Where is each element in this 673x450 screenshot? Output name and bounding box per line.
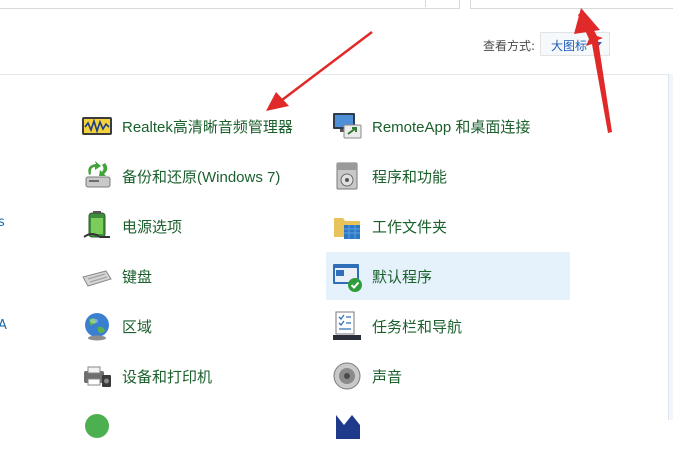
- item-backup-restore[interactable]: 备份和还原(Windows 7): [76, 152, 316, 200]
- item-label: 电源选项: [122, 218, 183, 236]
- view-by-label: 查看方式:: [483, 39, 536, 53]
- scrollbar-track[interactable]: [668, 74, 673, 420]
- power-options-icon: [83, 211, 110, 238]
- programs-features-icon: [336, 162, 358, 190]
- item-devices-printers[interactable]: 设备和打印机: [76, 352, 316, 400]
- item-label: 工作文件夹: [372, 218, 448, 236]
- taskbar-navigation-icon: [333, 311, 361, 340]
- item-taskbar-navigation[interactable]: 任务栏和导航: [326, 302, 570, 350]
- item-label: 程序和功能: [372, 168, 448, 186]
- keyboard-icon: [82, 270, 112, 287]
- backup-restore-icon: [85, 161, 111, 188]
- view-by-dropdown[interactable]: 大图标: [540, 32, 610, 56]
- region-globe-icon: [85, 313, 109, 341]
- item-region[interactable]: 区域: [76, 302, 316, 350]
- left-edge-glyph: A: [0, 318, 7, 333]
- item-label: Realtek高清晰音频管理器: [122, 118, 293, 136]
- realtek-audio-icon: [82, 117, 112, 135]
- partial-blue-icon: [336, 415, 360, 439]
- toolbar: 查看方式: 大图标: [0, 0, 673, 74]
- item-sound[interactable]: 声音: [326, 352, 570, 400]
- item-label: 区域: [122, 318, 153, 336]
- left-edge-glyph: s: [0, 215, 5, 230]
- item-partially-visible[interactable]: [76, 402, 316, 450]
- item-work-folders[interactable]: 工作文件夹: [326, 202, 570, 250]
- item-power-options[interactable]: 电源选项: [76, 202, 316, 250]
- item-label: 默认程序: [372, 268, 433, 286]
- item-label: 设备和打印机: [122, 368, 213, 386]
- item-default-programs[interactable]: 默认程序: [326, 252, 570, 300]
- item-remoteapp[interactable]: RemoteApp 和桌面连接: [326, 102, 570, 150]
- sound-speaker-icon: [333, 362, 361, 390]
- item-label: 备份和还原(Windows 7): [122, 168, 281, 186]
- address-bar[interactable]: [0, 0, 460, 9]
- partial-green-icon: [85, 414, 109, 438]
- item-label: 声音: [372, 368, 403, 386]
- chevron-down-icon: [594, 42, 602, 47]
- item-partially-visible[interactable]: [326, 402, 570, 450]
- view-by-value: 大图标: [551, 39, 588, 53]
- address-refresh-button[interactable]: [425, 0, 459, 7]
- item-keyboard[interactable]: 键盘: [76, 252, 316, 300]
- work-folders-icon: [334, 218, 360, 239]
- devices-printers-icon: [84, 366, 111, 387]
- item-realtek-audio-manager[interactable]: Realtek高清晰音频管理器: [76, 102, 316, 150]
- item-label: RemoteApp 和桌面连接: [372, 118, 531, 136]
- item-label: 键盘: [122, 268, 153, 286]
- remoteapp-icon: [333, 113, 362, 139]
- item-programs-features[interactable]: 程序和功能: [326, 152, 570, 200]
- item-label: 任务栏和导航: [372, 318, 463, 336]
- search-input[interactable]: [470, 0, 673, 9]
- default-programs-icon: [333, 264, 362, 292]
